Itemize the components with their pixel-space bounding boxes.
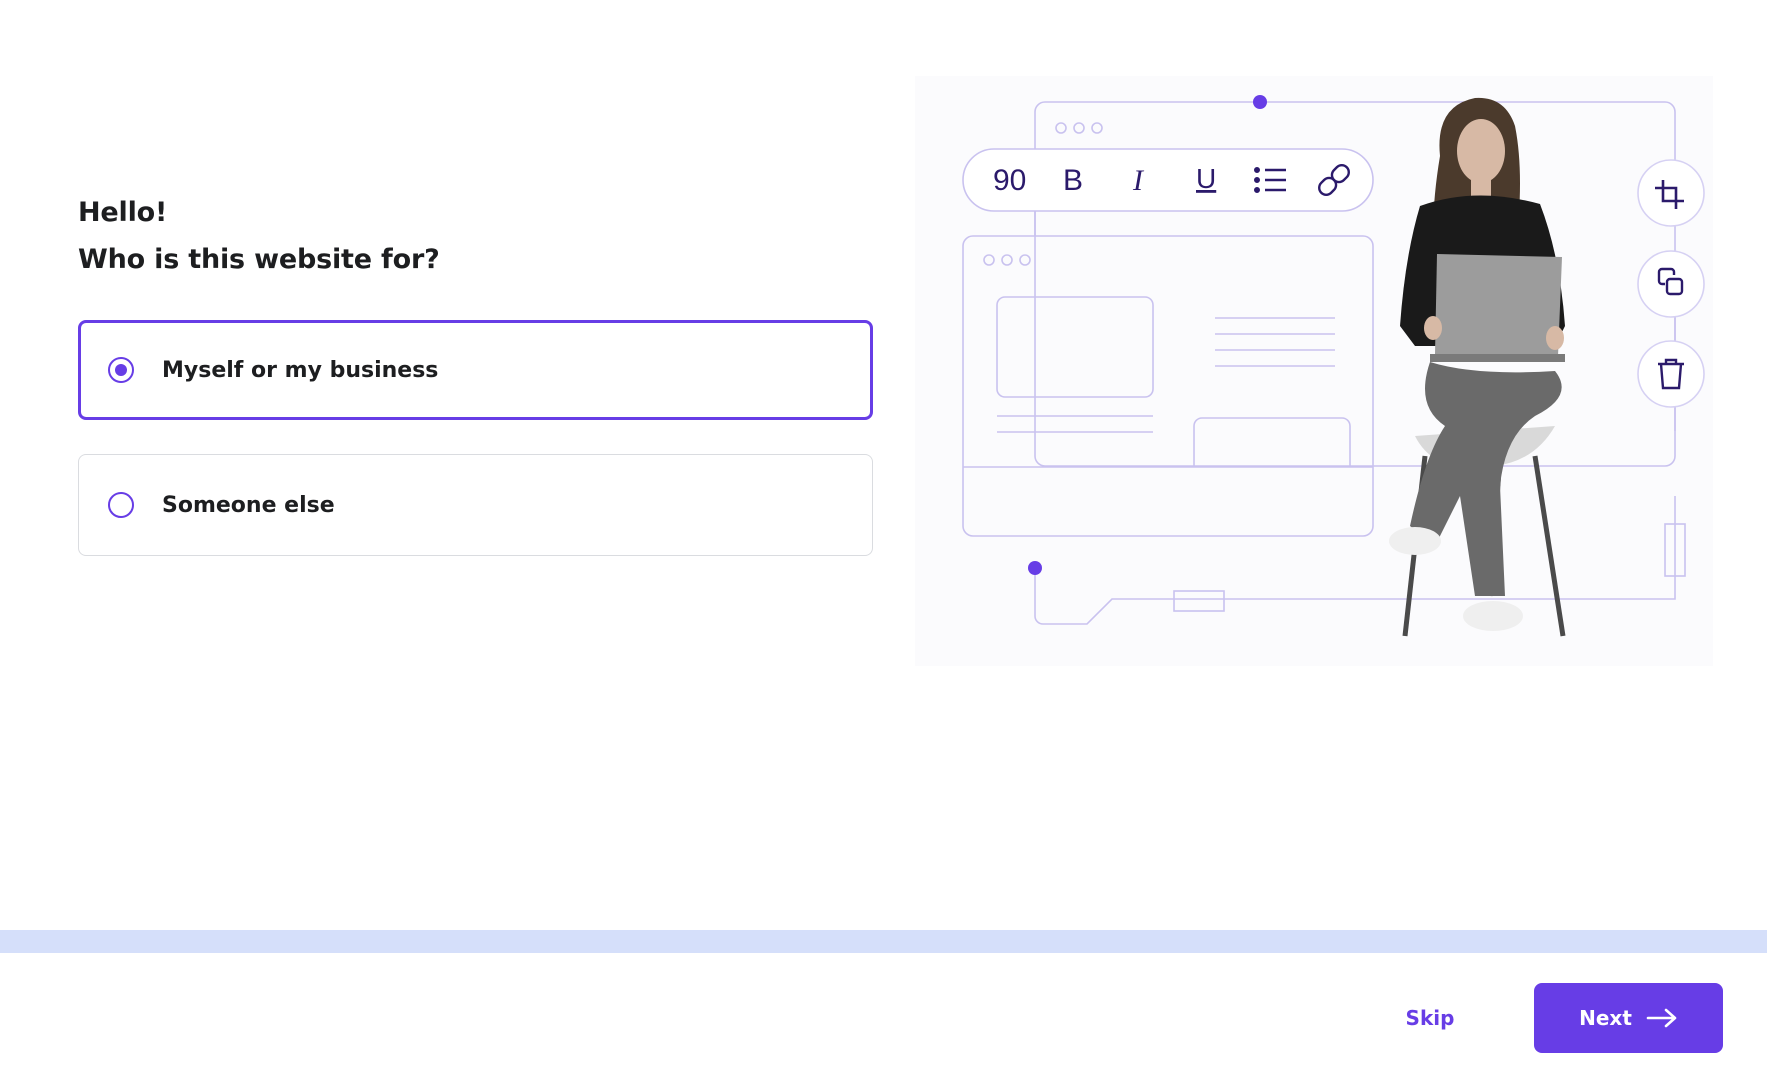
trash-tool: [1637, 340, 1705, 408]
person-image: [1389, 97, 1566, 637]
copy-tool: [1637, 250, 1705, 318]
radio-unselected[interactable]: [108, 492, 134, 518]
option-label: Myself or my business: [162, 357, 439, 383]
greeting-heading: Hello!: [78, 197, 168, 228]
illustration-svg: 90 B I U: [962, 95, 1705, 637]
formatting-toolbar: 90 B I U: [962, 148, 1374, 212]
front-window: [962, 235, 1374, 537]
next-label: Next: [1579, 1006, 1632, 1030]
accent-dot: [1028, 561, 1042, 575]
skip-button[interactable]: Skip: [1390, 998, 1470, 1038]
option-label: Someone else: [162, 492, 335, 518]
radio-selected[interactable]: [108, 357, 134, 383]
font-size-value: 90: [993, 164, 1026, 197]
accent-dot: [1253, 95, 1267, 109]
question-heading: Who is this website for?: [78, 244, 440, 275]
bold-icon: B: [1063, 164, 1083, 197]
radio-dot: [115, 364, 127, 376]
arrow-right-icon: [1646, 1008, 1677, 1028]
option-someone-else[interactable]: Someone else: [78, 454, 873, 556]
next-button[interactable]: Next: [1534, 983, 1723, 1053]
option-myself-or-business[interactable]: Myself or my business: [78, 320, 873, 420]
crop-tool: [1637, 159, 1705, 227]
progress-bar: [0, 930, 1767, 953]
underline-icon: U: [1196, 163, 1216, 194]
illustration: 90 B I U: [915, 76, 1713, 666]
